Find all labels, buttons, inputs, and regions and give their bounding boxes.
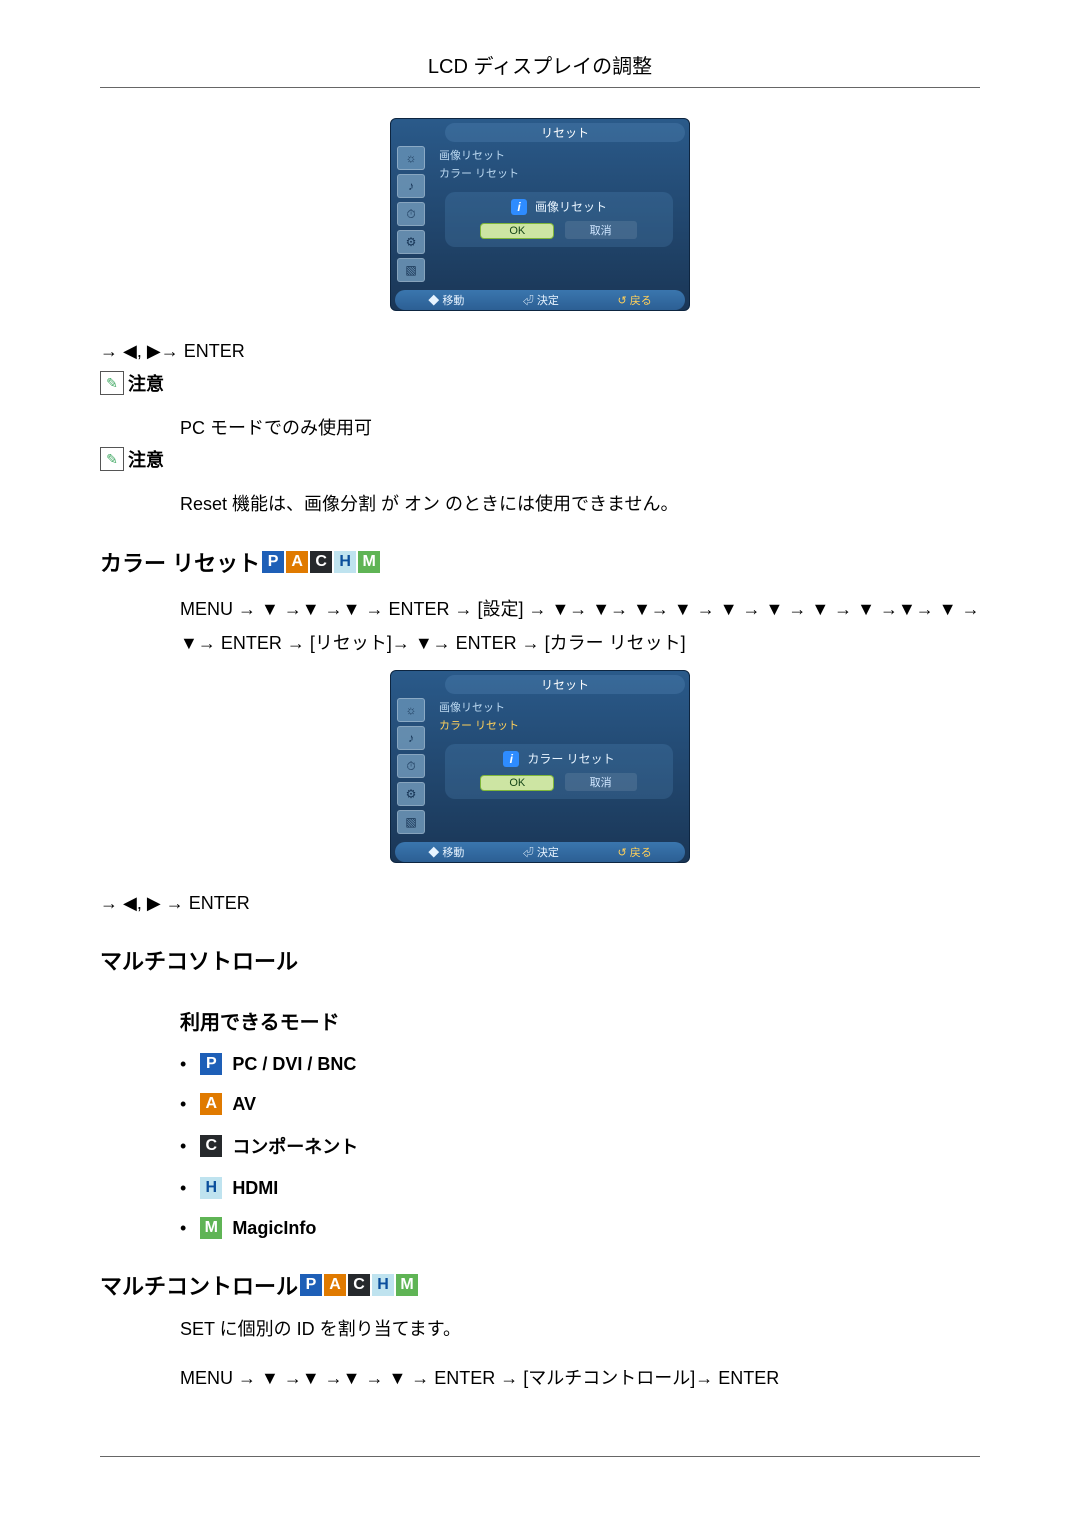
badge-h-icon: H — [334, 551, 356, 573]
osd-side-icon: ▧ — [397, 810, 425, 834]
osd2-foot-ok: ⏎ 決定 — [523, 844, 559, 860]
osd-side-icon: ☼ — [397, 146, 425, 170]
mode-item-av: A AV — [180, 1093, 980, 1115]
osd1-title: リセット — [445, 123, 685, 142]
note-icon — [100, 371, 124, 395]
mode-item-component: C コンポーネント — [180, 1133, 980, 1159]
heading-color-reset: カラー リセット P A C H M — [100, 546, 980, 578]
osd2-title: リセット — [445, 675, 685, 694]
osd1-footer: ◆ 移動 ⏎ 決定 ↺ 戻る — [395, 290, 685, 310]
note-pc-only: PC モードでのみ使用可 — [180, 414, 980, 440]
badge-m-icon: M — [358, 551, 380, 573]
note-label: 注意 — [128, 370, 164, 396]
mode-label-av: AV — [232, 1094, 256, 1115]
mode-label-component: コンポーネント — [232, 1133, 358, 1159]
osd2-popup-title: カラー リセット — [527, 752, 614, 766]
osd-screenshot-color-reset: リセット ☼ ♪ ⏱ ⚙ ▧ 画像リセット カラー リセット i カラー リセット… — [390, 670, 690, 863]
osd-screenshot-image-reset: リセット ☼ ♪ ⏱ ⚙ ▧ 画像リセット カラー リセット i 画像リセット O… — [390, 118, 690, 311]
badge-p-icon: P — [262, 551, 284, 573]
badge-h-icon: H — [200, 1177, 222, 1199]
osd2-confirm-popup: i カラー リセット OK 取消 — [445, 744, 673, 799]
top-divider — [100, 87, 980, 88]
osd2-ok-button: OK — [481, 776, 553, 790]
note-reset-text: Reset 機能は、画像分割 が オン のときには使用できません。 — [180, 490, 980, 516]
osd-side-icon: ☼ — [397, 698, 425, 722]
osd-side-icon: ⏱ — [397, 754, 425, 778]
heading-multi-control-2: マルチコントロール P A C H M — [100, 1269, 980, 1301]
osd1-foot-move: ◆ 移動 — [428, 292, 464, 308]
osd2-item-image-reset: 画像リセット — [439, 698, 679, 716]
osd1-foot-ok: ⏎ 決定 — [523, 292, 559, 308]
badge-p-icon: P — [200, 1053, 222, 1075]
osd2-item-color-reset: カラー リセット — [439, 716, 679, 734]
page-title: LCD ディスプレイの調整 — [100, 50, 980, 79]
mode-list: P PC / DVI / BNC A AV C コンポーネント H HDMI M… — [180, 1053, 980, 1239]
osd1-item-color-reset: カラー リセット — [439, 164, 679, 182]
heading-multi-control-1: マルチコソトロール — [100, 944, 980, 976]
breadcrumb-color-reset: MENU → ▼ →▼ →▼ → ENTER → [設定] → ▼→ ▼→ ▼→… — [180, 592, 980, 660]
breadcrumb-multi-control: MENU → ▼ →▼ →▼ → ▼ → ENTER → [マルチコントロール]… — [180, 1361, 980, 1395]
osd1-ok-button: OK — [481, 224, 553, 238]
info-icon: i — [511, 199, 527, 215]
osd1-popup-title: 画像リセット — [535, 200, 607, 214]
badge-a-icon: A — [324, 1274, 346, 1296]
osd1-confirm-popup: i 画像リセット OK 取消 — [445, 192, 673, 247]
multi-control-desc: SET に個別の ID を割り当てます。 — [180, 1315, 980, 1341]
badge-a-icon: A — [286, 551, 308, 573]
osd-side-icon: ▧ — [397, 258, 425, 282]
badge-m-icon: M — [200, 1217, 222, 1239]
osd1-item-image-reset: 画像リセット — [439, 146, 679, 164]
osd-side-icon: ⚙ — [397, 782, 425, 806]
badge-c-icon: C — [348, 1274, 370, 1296]
badge-p-icon: P — [300, 1274, 322, 1296]
badge-c-icon: C — [310, 551, 332, 573]
heading-available-modes: 利用できるモード — [180, 1006, 980, 1035]
note-icon — [100, 447, 124, 471]
badge-c-icon: C — [200, 1135, 222, 1157]
nav-sequence-2: → ◀, ▶ → ENTER — [100, 893, 980, 914]
osd-side-icon: ♪ — [397, 726, 425, 750]
badge-a-icon: A — [200, 1093, 222, 1115]
mode-label-pc: PC / DVI / BNC — [232, 1054, 356, 1075]
badge-m-icon: M — [396, 1274, 418, 1296]
osd2-footer: ◆ 移動 ⏎ 決定 ↺ 戻る — [395, 842, 685, 862]
nav-sequence-1: → ◀, ▶→ ENTER — [100, 341, 980, 362]
osd2-cancel-button: 取消 — [565, 773, 637, 791]
mode-item-magicinfo: M MagicInfo — [180, 1217, 980, 1239]
info-icon: i — [503, 751, 519, 767]
mode-item-hdmi: H HDMI — [180, 1177, 980, 1199]
osd-side-icon: ♪ — [397, 174, 425, 198]
note-label: 注意 — [128, 446, 164, 472]
osd1-cancel-button: 取消 — [565, 221, 637, 239]
bottom-divider — [100, 1456, 980, 1457]
mode-item-pc: P PC / DVI / BNC — [180, 1053, 980, 1075]
mode-label-hdmi: HDMI — [232, 1178, 278, 1199]
osd1-foot-return: ↺ 戻る — [617, 292, 651, 308]
badge-h-icon: H — [372, 1274, 394, 1296]
osd-side-icon: ⏱ — [397, 202, 425, 226]
osd2-foot-move: ◆ 移動 — [428, 844, 464, 860]
osd-side-icon: ⚙ — [397, 230, 425, 254]
mode-label-magicinfo: MagicInfo — [232, 1218, 316, 1239]
osd2-foot-return: ↺ 戻る — [617, 844, 651, 860]
